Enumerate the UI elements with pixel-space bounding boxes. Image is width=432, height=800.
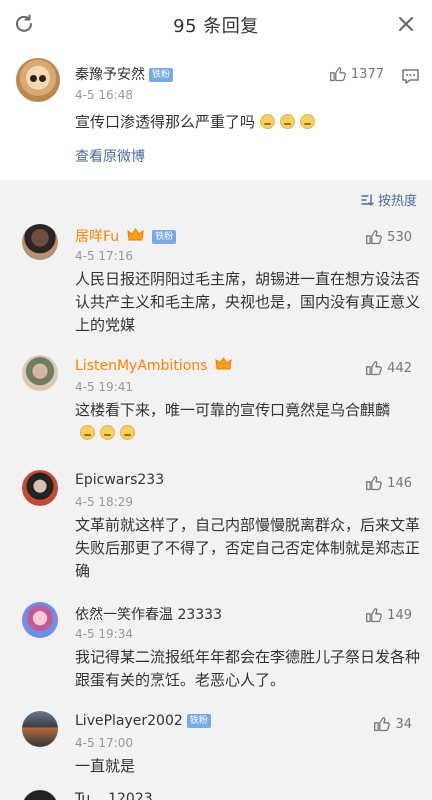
comment-time: 4-5 18:29 [75,495,133,509]
comment-user[interactable]: Epicwars233 [75,472,164,488]
comment-item: ListenMyAmbitions 4-5 19:41 442 这楼看下来，唯一… [0,347,432,457]
comment-item: 依然一笑作春温 23333 4-5 19:34 149 我记得某二流报纸年年都会… [0,594,432,702]
partial-comment-user[interactable]: Tu... 12023 [75,791,153,800]
bear-emoji-icon [120,425,135,440]
sort-bar: 按热度 [0,180,432,216]
comment-text: 文革前就这样了，自己内部慢慢脱离群众，后来文革失败后那更了不得了，否定自己否定体… [75,516,421,580]
crown-icon [215,357,232,370]
comment-item: LivePlayer2002 铁粉 4-5 17:00 34 一直就是 [0,703,432,789]
comment-like-button[interactable]: 149 [365,607,412,624]
main-post-time: 4-5 16:48 [75,88,133,102]
comment-like-button[interactable]: 530 [365,229,412,246]
thumb-up-icon [366,476,383,491]
thumb-up-icon [329,67,346,82]
avatar[interactable] [22,224,58,260]
smile-emoji-icon [80,425,95,440]
comment-text: 一直就是 [75,757,136,775]
comment-item: 居咩Fu 铁粉 4-5 17:16 530 人民日报还阴阳过毛主席，胡锡进一直在… [0,216,432,334]
avatar[interactable] [22,790,58,800]
avatar[interactable] [22,602,58,638]
comment-user[interactable]: LivePlayer2002 铁粉 [75,713,211,729]
comment-text: 这楼看下来，唯一可靠的宣传口竟然是乌合麒麟 [75,399,420,445]
main-post-like-button[interactable]: 1377 [329,66,384,83]
comment-text: 我记得某二流报纸年年都会在李德胜儿子祭日发各种跟蛋有关的烹饪。老恶心人了。 [75,648,421,689]
comment-user[interactable]: 依然一笑作春温 23333 [75,604,222,624]
comment-like-button[interactable]: 442 [365,360,412,377]
thumb-up-icon [366,361,383,376]
crown-icon [127,228,144,241]
comment-like-button[interactable]: 34 [373,716,412,733]
avatar[interactable] [22,711,58,747]
view-original-link[interactable]: 查看原微博 [75,146,145,166]
comment-like-button[interactable]: 146 [365,475,412,492]
page-title: 95 条回复 [173,16,259,37]
avatar[interactable] [22,355,58,391]
comment-user[interactable]: ListenMyAmbitions [75,357,232,374]
comment-icon[interactable] [401,68,420,85]
laugh-emoji-icon [280,114,296,129]
fan-badge: 铁粉 [152,230,177,244]
main-post-user[interactable]: 秦豫予安然 铁粉 [75,64,174,84]
avatar[interactable] [16,58,60,102]
fan-badge: 铁粉 [149,68,174,82]
comment-item: Epicwars233 4-5 18:29 146 文革前就这样了，自己内部慢慢… [0,462,432,587]
thumb-up-icon [366,230,383,245]
reply-header: 95 条回复 [0,0,432,48]
laugh-emoji-icon [260,114,276,129]
close-icon[interactable] [394,12,418,36]
main-post-text: 宣传口渗透得那么严重了吗 [75,111,316,134]
comment-time: 4-5 19:41 [75,380,133,394]
fan-badge: 铁粉 [186,714,211,728]
comment-time: 4-5 17:00 [75,736,133,750]
bear-emoji-icon [100,425,115,440]
laugh-emoji-icon [300,114,316,129]
sort-button[interactable]: 按热度 [360,190,417,209]
comment-text: 人民日报还阴阳过毛主席，胡锡进一直在想方设法否认共产主义和毛主席，央视也是，国内… [75,270,421,334]
avatar[interactable] [22,470,58,506]
thumb-up-icon [374,717,391,732]
comment-time: 4-5 19:34 [75,627,133,641]
comment-time: 4-5 17:16 [75,249,133,263]
comment-list: 居咩Fu 铁粉 4-5 17:16 530 人民日报还阴阳过毛主席，胡锡进一直在… [0,216,432,800]
comment-user[interactable]: 居咩Fu 铁粉 [75,226,177,246]
main-post: 秦豫予安然 铁粉 4-5 16:48 1377 宣传口渗透得那么严重了吗 查看原微… [0,48,432,180]
thumb-up-icon [366,608,383,623]
sort-icon [361,193,374,206]
